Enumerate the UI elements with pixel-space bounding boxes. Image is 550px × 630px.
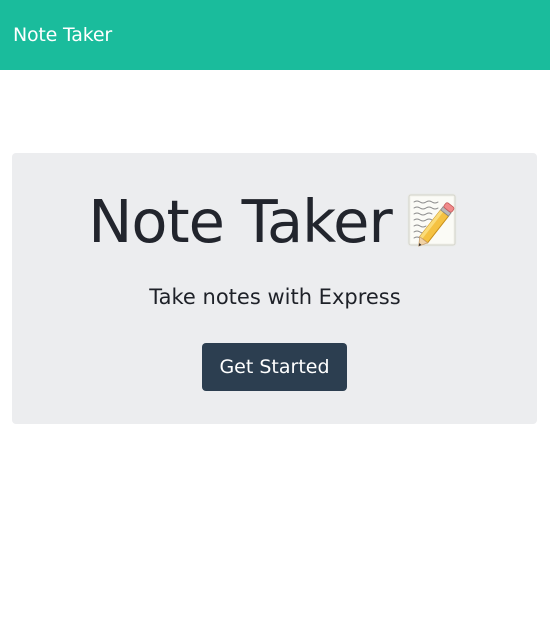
- hero-title: Note Taker: [0, 186, 550, 258]
- navbar: Note Taker: [0, 0, 550, 70]
- hero-subtitle: Take notes with Express: [149, 285, 401, 309]
- navbar-brand-link[interactable]: Note Taker: [13, 24, 112, 46]
- get-started-button[interactable]: Get Started: [202, 343, 347, 391]
- memo-icon: [406, 192, 462, 248]
- hero-title-text: Note Taker: [88, 187, 392, 256]
